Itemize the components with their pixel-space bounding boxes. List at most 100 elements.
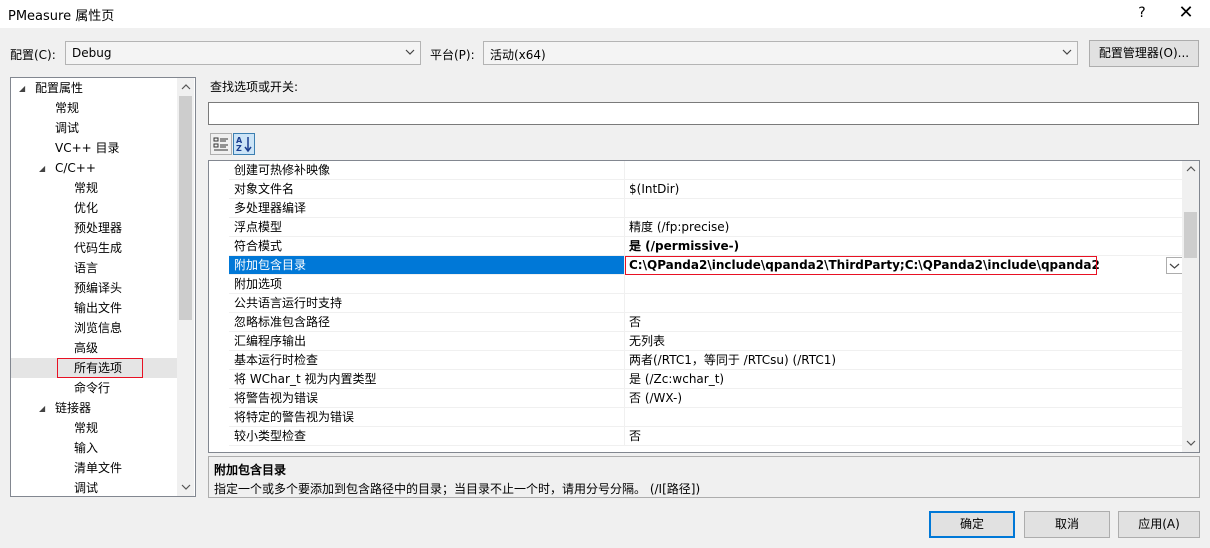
property-name: 将警告视为错误 bbox=[229, 389, 625, 408]
property-row[interactable]: 将特定的警告视为错误 bbox=[209, 408, 1183, 427]
tree-item-label: 清单文件 bbox=[74, 461, 123, 475]
categorized-view-button[interactable] bbox=[210, 133, 232, 155]
expand-caret-icon[interactable]: ◢ bbox=[19, 79, 25, 99]
title-bar bbox=[0, 0, 1210, 28]
tree-item-label: 调试 bbox=[74, 481, 99, 495]
tree-item[interactable]: 调试 bbox=[11, 118, 177, 138]
tree-item[interactable]: 高级 bbox=[11, 338, 177, 358]
tree-item-label: 所有选项 bbox=[56, 358, 144, 378]
tree-item[interactable]: 命令行 bbox=[11, 378, 177, 398]
tree-item[interactable]: 常规 bbox=[11, 178, 177, 198]
property-name: 多处理器编译 bbox=[229, 199, 625, 218]
property-row[interactable]: 对象文件名 $(IntDir) bbox=[209, 180, 1183, 199]
property-row[interactable]: 浮点模型 精度 (/fp:precise) bbox=[209, 218, 1183, 237]
property-name: 将特定的警告视为错误 bbox=[229, 408, 625, 427]
tree-item-selected[interactable]: 所有选项 bbox=[11, 358, 177, 378]
tree-item[interactable]: 输出文件 bbox=[11, 298, 177, 318]
alphabetical-sort-icon: A Z bbox=[236, 136, 252, 153]
property-row[interactable]: 忽略标准包含路径否 bbox=[209, 313, 1183, 332]
scroll-down-icon[interactable] bbox=[1185, 438, 1197, 448]
tree-item[interactable]: 输入 bbox=[11, 438, 177, 458]
window-title: PMeasure 属性页 bbox=[8, 9, 115, 24]
platform-label: 平台(P): bbox=[430, 48, 475, 62]
tree-item-label: 浏览信息 bbox=[74, 321, 123, 335]
property-row[interactable]: 较小类型检查否 bbox=[209, 427, 1183, 446]
property-value[interactable]: C:\QPanda2\include\qpanda2\ThirdParty;C:… bbox=[625, 256, 1100, 275]
alphabetical-view-button[interactable]: A Z bbox=[233, 133, 255, 155]
search-input[interactable] bbox=[208, 102, 1199, 125]
property-row[interactable]: 创建可热修补映像 bbox=[209, 161, 1183, 180]
property-grid[interactable]: 创建可热修补映像 对象文件名 $(IntDir) 多处理器编译 浮点模型 精度 (/fp:… bbox=[208, 160, 1200, 453]
tree-item[interactable]: 代码生成 bbox=[11, 238, 177, 258]
scroll-up-icon[interactable] bbox=[1185, 164, 1197, 174]
tree-item[interactable]: VC++ 目录 bbox=[11, 138, 177, 158]
scroll-down-icon[interactable] bbox=[180, 482, 192, 492]
tree-item[interactable]: 清单文件 bbox=[11, 458, 177, 478]
help-button[interactable]: ? bbox=[1131, 2, 1153, 24]
grid-scrollbar-thumb[interactable] bbox=[1184, 212, 1197, 258]
tree-item[interactable]: 预编译头 bbox=[11, 278, 177, 298]
tree-item[interactable]: 常规 bbox=[11, 418, 177, 438]
property-tree[interactable]: ◢ 配置属性 常规 调试 VC++ 目录 ◢ C/C++ 常规 优化 预处理器 代码生成 语言 预编译头… bbox=[10, 77, 196, 497]
property-row[interactable]: 附加包含目录 C:\QPanda2\include\qpanda2\ThirdPa… bbox=[209, 256, 1183, 275]
tree-scrollbar-thumb[interactable] bbox=[179, 96, 192, 320]
grid-scrollbar[interactable] bbox=[1182, 161, 1199, 452]
ok-button[interactable]: 确定 bbox=[929, 511, 1015, 538]
tree-item[interactable]: ◢ C/C++ bbox=[11, 158, 177, 178]
tree-item-label: 代码生成 bbox=[74, 241, 123, 255]
property-row[interactable]: 附加选项 bbox=[209, 275, 1183, 294]
property-row[interactable]: 将警告视为错误否 (/WX-) bbox=[209, 389, 1183, 408]
tree-item[interactable]: ◢ 链接器 bbox=[11, 398, 177, 418]
property-value: 是 (/Zc:wchar_t) bbox=[625, 370, 1183, 389]
close-button[interactable]: ✕ bbox=[1173, 2, 1199, 24]
svg-text:Z: Z bbox=[236, 144, 242, 153]
property-row[interactable]: 多处理器编译 bbox=[209, 199, 1183, 218]
property-row-partial[interactable] bbox=[209, 446, 1183, 452]
tree-item[interactable]: 优化 bbox=[11, 198, 177, 218]
property-value: 两者(/RTC1，等同于 /RTCsu) (/RTC1) bbox=[625, 351, 1183, 370]
platform-select[interactable]: 活动(x64) bbox=[483, 41, 1078, 65]
tree-item-label: 语言 bbox=[74, 261, 99, 275]
search-label: 查找选项或开关: bbox=[210, 80, 299, 94]
chevron-down-icon bbox=[1062, 49, 1072, 55]
property-value bbox=[625, 408, 1183, 427]
tree-item[interactable]: 常规 bbox=[11, 98, 177, 118]
tree-item[interactable]: 语言 bbox=[11, 258, 177, 278]
apply-button[interactable]: 应用(A) bbox=[1118, 511, 1200, 538]
tree-item[interactable]: 调试 bbox=[11, 478, 177, 496]
property-name: 较小类型检查 bbox=[229, 427, 625, 446]
property-row[interactable]: 符合模式是 (/permissive-) bbox=[209, 237, 1183, 256]
tree-item-label: 常规 bbox=[74, 181, 99, 195]
configuration-manager-button[interactable]: 配置管理器(O)... bbox=[1089, 40, 1199, 67]
cancel-button[interactable]: 取消 bbox=[1024, 511, 1110, 538]
property-row[interactable]: 基本运行时检查 两者(/RTC1，等同于 /RTCsu) (/RTC1) bbox=[209, 351, 1183, 370]
tree-item[interactable]: 预处理器 bbox=[11, 218, 177, 238]
property-value: 否 (/WX-) bbox=[625, 389, 1183, 408]
property-name: 将 WChar_t 视为内置类型 bbox=[229, 370, 625, 389]
tree-item[interactable]: 浏览信息 bbox=[11, 318, 177, 338]
config-select[interactable]: Debug bbox=[65, 41, 421, 65]
property-value bbox=[625, 161, 1183, 180]
scroll-up-icon[interactable] bbox=[180, 82, 192, 92]
description-text: 指定一个或多个要添加到包含路径中的目录；当目录不止一个时，请用分号分隔。 (/I… bbox=[214, 482, 701, 496]
value-dropdown-button[interactable] bbox=[1166, 257, 1183, 274]
property-value: $(IntDir) bbox=[625, 180, 1183, 199]
tree-item-label: 输出文件 bbox=[74, 301, 123, 315]
chevron-down-icon bbox=[405, 49, 415, 55]
property-value bbox=[625, 275, 1183, 294]
property-name: 对象文件名 bbox=[229, 180, 625, 199]
property-value: 否 bbox=[625, 427, 1183, 446]
property-row[interactable]: 公共语言运行时支持 bbox=[209, 294, 1183, 313]
tree-item-label: 高级 bbox=[74, 341, 99, 355]
tree-item-label: C/C++ bbox=[55, 161, 96, 175]
tree-item[interactable]: ◢ 配置属性 bbox=[11, 78, 177, 98]
property-name: 创建可热修补映像 bbox=[229, 161, 625, 180]
expand-caret-icon[interactable]: ◢ bbox=[39, 159, 45, 179]
tree-item-label: 预处理器 bbox=[74, 221, 123, 235]
property-row[interactable]: 汇编程序输出 无列表 bbox=[209, 332, 1183, 351]
platform-select-value: 活动(x64) bbox=[490, 48, 546, 62]
property-value: 精度 (/fp:precise) bbox=[625, 218, 1183, 237]
expand-caret-icon[interactable]: ◢ bbox=[39, 399, 45, 419]
property-row[interactable]: 将 WChar_t 视为内置类型是 (/Zc:wchar_t) bbox=[209, 370, 1183, 389]
config-label: 配置(C): bbox=[10, 48, 56, 62]
